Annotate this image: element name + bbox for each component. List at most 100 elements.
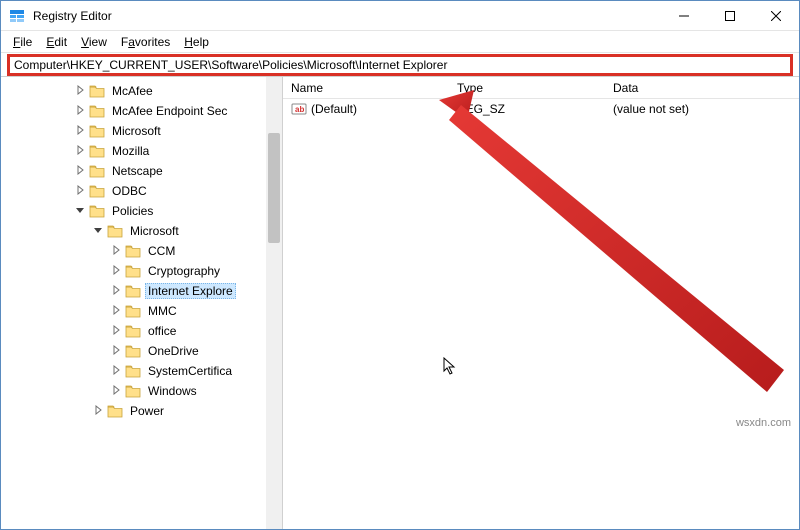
tree-pane: McAfee McAfee Endpoint Sec Microsoft Mozill… xyxy=(1,77,283,529)
values-header: Name Type Data xyxy=(283,77,799,99)
chevron-right-icon[interactable] xyxy=(73,185,87,198)
menu-file[interactable]: File xyxy=(7,33,38,51)
list-row[interactable]: ab (Default) REG_SZ (value not set) xyxy=(283,99,799,119)
folder-icon xyxy=(107,404,123,418)
tree-node[interactable]: OneDrive xyxy=(1,341,266,361)
tree-node-label: Windows xyxy=(145,383,200,399)
value-name: (Default) xyxy=(311,102,357,116)
regedit-icon xyxy=(9,8,25,24)
menubar: File Edit View Favorites Help xyxy=(1,31,799,53)
values-pane: Name Type Data ab (Default) REG_SZ (valu… xyxy=(283,77,799,529)
tree-node[interactable]: Microsoft xyxy=(1,121,266,141)
tree-node[interactable]: ODBC xyxy=(1,181,266,201)
folder-icon xyxy=(89,144,105,158)
tree-scrollbar[interactable] xyxy=(266,77,282,529)
chevron-right-icon[interactable] xyxy=(109,305,123,318)
chevron-right-icon[interactable] xyxy=(73,125,87,138)
tree[interactable]: McAfee McAfee Endpoint Sec Microsoft Mozill… xyxy=(1,77,266,529)
tree-node[interactable]: SystemCertifica xyxy=(1,361,266,381)
tree-node[interactable]: Internet Explore xyxy=(1,281,266,301)
watermark: wsxdn.com xyxy=(736,417,791,429)
col-header-type[interactable]: Type xyxy=(449,81,605,95)
folder-icon xyxy=(89,184,105,198)
tree-node[interactable]: McAfee xyxy=(1,81,266,101)
tree-node-label: SystemCertifica xyxy=(145,363,235,379)
menu-help[interactable]: Help xyxy=(178,33,215,51)
folder-icon xyxy=(89,104,105,118)
address-text: Computer\HKEY_CURRENT_USER\Software\Poli… xyxy=(14,58,447,72)
menu-favorites[interactable]: Favorites xyxy=(115,33,176,51)
tree-node[interactable]: Mozilla xyxy=(1,141,266,161)
tree-node-label: Microsoft xyxy=(109,123,164,139)
address-bar[interactable]: Computer\HKEY_CURRENT_USER\Software\Poli… xyxy=(7,54,793,76)
window-title: Registry Editor xyxy=(33,9,661,23)
titlebar[interactable]: Registry Editor xyxy=(1,1,799,31)
tree-node[interactable]: McAfee Endpoint Sec xyxy=(1,101,266,121)
chevron-right-icon[interactable] xyxy=(109,245,123,258)
folder-icon xyxy=(89,164,105,178)
chevron-right-icon[interactable] xyxy=(91,405,105,418)
tree-node[interactable]: Policies xyxy=(1,201,266,221)
value-type: REG_SZ xyxy=(449,102,605,116)
tree-node[interactable]: Netscape xyxy=(1,161,266,181)
folder-icon xyxy=(89,204,105,218)
tree-node[interactable]: Microsoft xyxy=(1,221,266,241)
tree-node-label: Policies xyxy=(109,203,156,219)
tree-node-label: CCM xyxy=(145,243,178,259)
col-header-data[interactable]: Data xyxy=(605,81,799,95)
tree-node-label: McAfee xyxy=(109,83,156,99)
folder-icon xyxy=(89,124,105,138)
chevron-right-icon[interactable] xyxy=(109,265,123,278)
chevron-right-icon[interactable] xyxy=(73,85,87,98)
chevron-right-icon[interactable] xyxy=(73,105,87,118)
chevron-right-icon[interactable] xyxy=(109,385,123,398)
chevron-right-icon[interactable] xyxy=(109,345,123,358)
folder-icon xyxy=(125,384,141,398)
tree-node[interactable]: CCM xyxy=(1,241,266,261)
tree-node-label: MMC xyxy=(145,303,180,319)
svg-text:ab: ab xyxy=(295,105,304,114)
body: McAfee McAfee Endpoint Sec Microsoft Mozill… xyxy=(1,77,799,529)
menu-edit[interactable]: Edit xyxy=(40,33,73,51)
tree-node[interactable]: Windows xyxy=(1,381,266,401)
tree-node[interactable]: MMC xyxy=(1,301,266,321)
menu-view[interactable]: View xyxy=(75,33,113,51)
window-controls xyxy=(661,1,799,30)
chevron-down-icon[interactable] xyxy=(73,205,87,218)
folder-icon xyxy=(125,244,141,258)
registry-editor-window: Registry Editor File Edit View Favorites… xyxy=(0,0,800,530)
scrollbar-thumb[interactable] xyxy=(268,133,280,243)
tree-node-label: Cryptography xyxy=(145,263,223,279)
folder-icon xyxy=(125,284,141,298)
folder-icon xyxy=(125,304,141,318)
chevron-right-icon[interactable] xyxy=(109,285,123,298)
tree-node-label: McAfee Endpoint Sec xyxy=(109,103,230,119)
value-data: (value not set) xyxy=(605,102,799,116)
tree-node-label: Netscape xyxy=(109,163,166,179)
folder-icon xyxy=(125,344,141,358)
chevron-right-icon[interactable] xyxy=(109,365,123,378)
minimize-button[interactable] xyxy=(661,1,707,30)
values-list[interactable]: ab (Default) REG_SZ (value not set) xyxy=(283,99,799,529)
tree-node[interactable]: Cryptography xyxy=(1,261,266,281)
string-value-icon: ab xyxy=(291,101,307,117)
folder-icon xyxy=(107,224,123,238)
tree-node[interactable]: office xyxy=(1,321,266,341)
folder-icon xyxy=(125,264,141,278)
folder-icon xyxy=(125,364,141,378)
close-button[interactable] xyxy=(753,1,799,30)
address-bar-row: Computer\HKEY_CURRENT_USER\Software\Poli… xyxy=(1,53,799,77)
cursor-icon xyxy=(443,357,459,380)
tree-node-label: Mozilla xyxy=(109,143,152,159)
chevron-right-icon[interactable] xyxy=(73,145,87,158)
maximize-button[interactable] xyxy=(707,1,753,30)
col-header-name[interactable]: Name xyxy=(283,81,449,95)
tree-node-label: Power xyxy=(127,403,167,419)
chevron-down-icon[interactable] xyxy=(91,225,105,238)
folder-icon xyxy=(89,84,105,98)
chevron-right-icon[interactable] xyxy=(109,325,123,338)
chevron-right-icon[interactable] xyxy=(73,165,87,178)
tree-node-label: office xyxy=(145,323,179,339)
tree-node[interactable]: Power xyxy=(1,401,266,421)
tree-node-label: Internet Explore xyxy=(145,283,236,299)
